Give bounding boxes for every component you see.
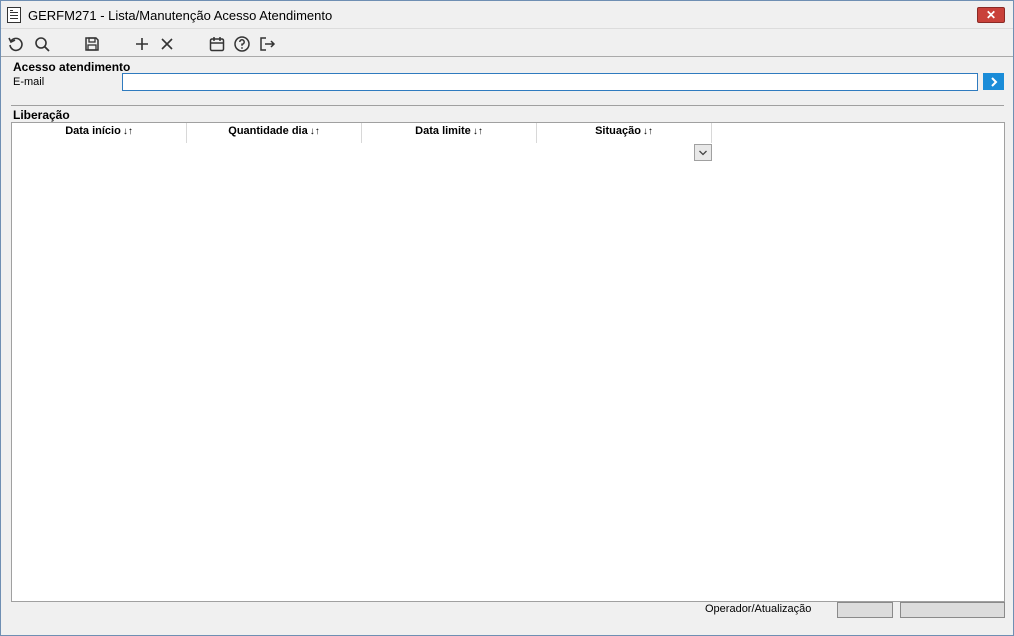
calendar-icon [209, 37, 225, 52]
save-button[interactable] [82, 34, 102, 54]
document-icon [7, 7, 21, 23]
toolbar [1, 31, 1013, 57]
chevron-right-icon [990, 76, 997, 87]
go-button[interactable] [983, 73, 1004, 90]
situacao-dropdown-button[interactable] [694, 144, 712, 161]
close-button[interactable]: ✕ [977, 7, 1005, 23]
exit-icon [260, 37, 276, 51]
email-input[interactable] [122, 73, 978, 91]
exit-button[interactable] [257, 34, 277, 54]
acesso-section-title: Acesso atendimento [13, 60, 131, 74]
column-header-quantidade-dia[interactable]: Quantidade dia ↓↑ [187, 123, 362, 143]
column-header-data-inicio[interactable]: Data início ↓↑ [12, 123, 187, 143]
add-button[interactable] [132, 34, 152, 54]
save-icon [85, 37, 99, 51]
help-button[interactable] [232, 34, 252, 54]
refresh-icon [8, 37, 23, 52]
liberacao-section-title: Liberação [13, 108, 70, 122]
atualizacao-field [900, 602, 1005, 618]
refresh-button[interactable] [6, 34, 26, 54]
delete-button[interactable] [157, 34, 177, 54]
search-button[interactable] [32, 34, 52, 54]
title-bar: GERFM271 - Lista/Manutenção Acesso Atend… [1, 1, 1013, 29]
sort-icon[interactable]: ↓↑ [473, 126, 483, 137]
add-icon [136, 38, 148, 50]
grid-header: Data início ↓↑ Quantidade dia ↓↑ Data limi… [12, 123, 712, 143]
calendar-button[interactable] [207, 34, 227, 54]
main-window: GERFM271 - Lista/Manutenção Acesso Atend… [0, 0, 1014, 636]
sort-icon[interactable]: ↓↑ [310, 126, 320, 137]
operador-atualizacao-label: Operador/Atualização [705, 603, 812, 615]
email-label: E-mail [13, 76, 45, 88]
column-header-data-limite[interactable]: Data limite ↓↑ [362, 123, 537, 143]
sort-icon[interactable]: ↓↑ [643, 126, 653, 137]
operador-field [837, 602, 893, 618]
column-header-situacao[interactable]: Situação ↓↑ [537, 123, 712, 143]
window-title: GERFM271 - Lista/Manutenção Acesso Atend… [28, 8, 333, 23]
help-icon [234, 36, 250, 52]
search-icon [35, 37, 50, 52]
liberacao-grid[interactable]: Data início ↓↑ Quantidade dia ↓↑ Data limi… [11, 122, 1005, 602]
delete-icon [161, 38, 173, 50]
section-divider [11, 105, 1004, 106]
sort-icon[interactable]: ↓↑ [123, 126, 133, 137]
chevron-down-icon [699, 150, 707, 155]
